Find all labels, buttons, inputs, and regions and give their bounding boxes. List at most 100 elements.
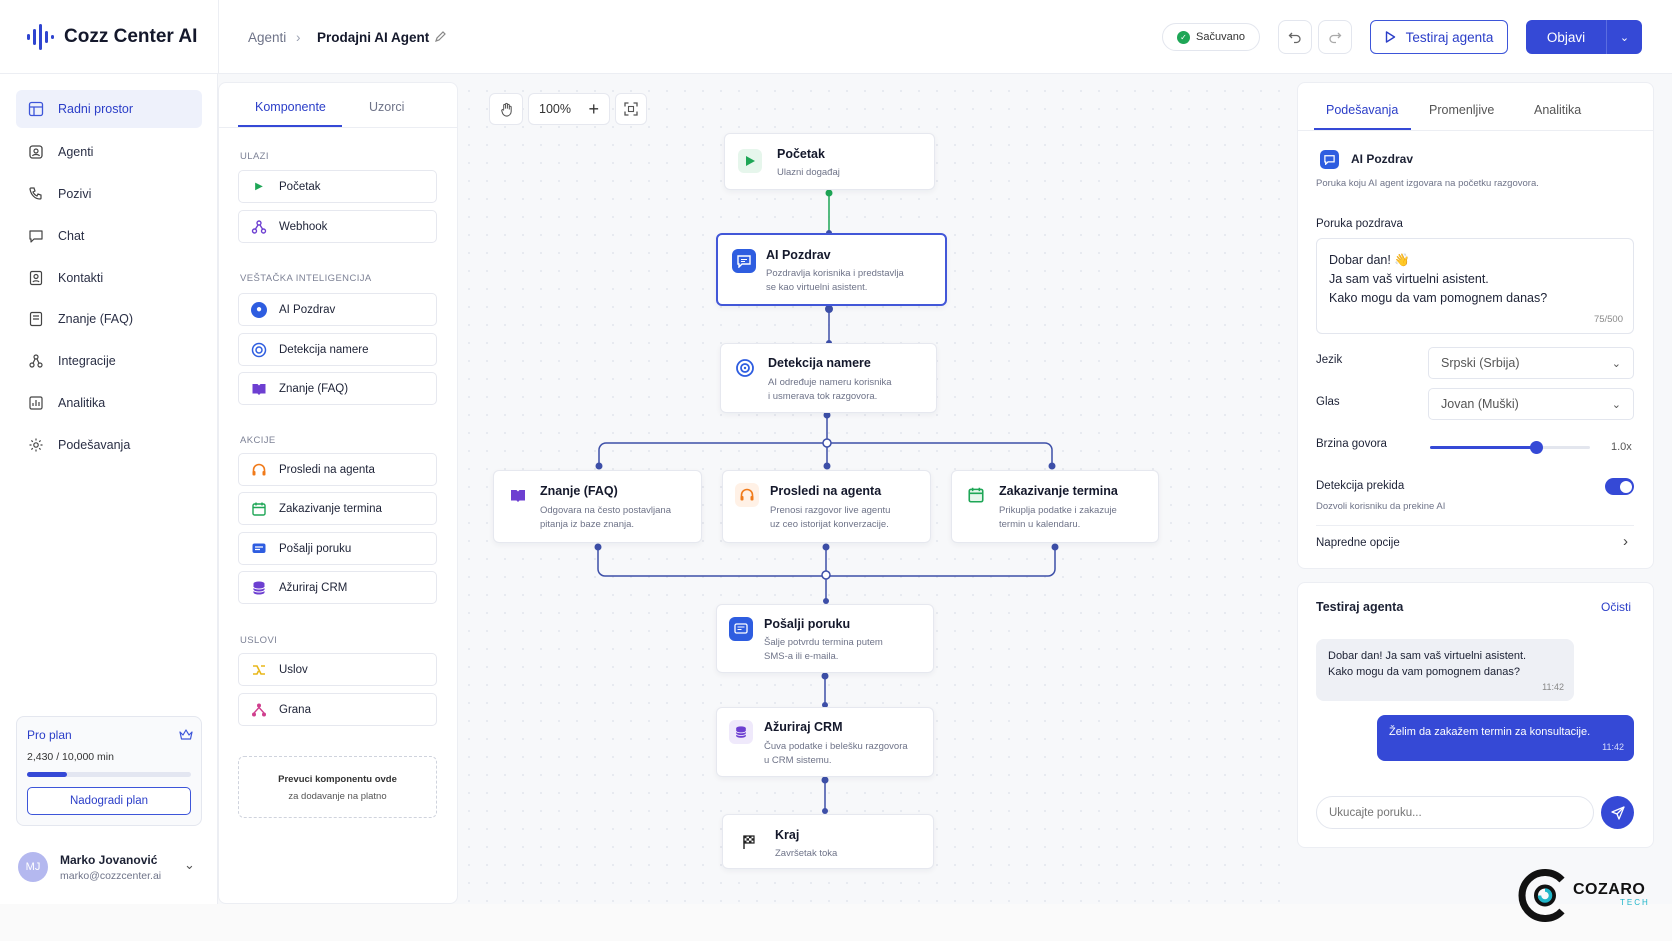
- node-start[interactable]: Početak Ulazni događaj: [724, 133, 935, 190]
- node-desc-line2: u CRM sistemu.: [764, 755, 832, 766]
- component-label: Grana: [279, 703, 311, 716]
- sidebar-item-label: Chat: [58, 229, 85, 243]
- sidebar-item-label: Pozivi: [58, 187, 92, 201]
- voice-select[interactable]: Jovan (Muški) ⌄: [1428, 388, 1634, 420]
- headset-icon: [735, 483, 759, 507]
- undo-button[interactable]: [1278, 20, 1312, 54]
- chat-message-input[interactable]: [1316, 796, 1594, 829]
- chat-bubble-icon: [1320, 150, 1339, 169]
- node-end[interactable]: Kraj Završetak toka: [722, 814, 934, 869]
- user-menu-chevron-icon[interactable]: ⌄: [184, 857, 195, 873]
- node-desc-line1: AI određuje nameru korisnika: [768, 377, 892, 388]
- branch-icon: [252, 703, 266, 716]
- component-update-crm[interactable]: Ažuriraj CRM: [238, 571, 437, 604]
- book-icon: [506, 483, 530, 507]
- chat-bubble-icon: [732, 249, 756, 273]
- section-title: AKCIJE: [240, 435, 276, 446]
- publish-options-chevron-icon[interactable]: ⌄: [1607, 31, 1642, 44]
- component-ai-greeting[interactable]: ● AI Pozdrav: [238, 293, 437, 326]
- upgrade-plan-button[interactable]: Nadogradi plan: [27, 787, 191, 815]
- plan-card: Pro plan 2,430 / 10,000 min Nadogradi pl…: [16, 716, 202, 826]
- node-desc-line2: termin u kalendaru.: [999, 519, 1081, 530]
- component-branch[interactable]: Grana: [238, 693, 437, 726]
- send-button[interactable]: [1601, 796, 1634, 829]
- tab-settings[interactable]: Podešavanja: [1326, 103, 1398, 117]
- language-select[interactable]: Srpski (Srbija) ⌄: [1428, 347, 1634, 379]
- speed-slider-fill: [1430, 446, 1536, 449]
- sidebar-item-label: Analitika: [58, 396, 106, 410]
- sidebar-item-calls[interactable]: Pozivi: [16, 175, 202, 213]
- node-ai-greeting[interactable]: AI Pozdrav Pozdravlja korisnika i predst…: [716, 233, 947, 306]
- drop-hint-line2: za dodavanje na platno: [288, 791, 387, 802]
- component-condition[interactable]: Uslov: [238, 653, 437, 686]
- sidebar-item-workspace[interactable]: Radni prostor: [16, 90, 202, 128]
- interrupt-toggle[interactable]: [1605, 478, 1634, 495]
- user-message-text: Želim da zakažem termin za konsultacije.: [1389, 726, 1591, 738]
- breadcrumb-parent[interactable]: Agenti: [248, 30, 286, 45]
- component-webhook[interactable]: Webhook: [238, 210, 437, 243]
- fit-screen-button[interactable]: [615, 93, 647, 125]
- sidebar-item-label: Podešavanja: [58, 438, 131, 452]
- component-send-message[interactable]: Pošalji poruku: [238, 532, 437, 565]
- node-scheduling[interactable]: Zakazivanje termina Prikuplja podatke i …: [951, 470, 1159, 543]
- tab-variables[interactable]: Promenljive: [1429, 103, 1494, 117]
- sidebar-item-chat[interactable]: Chat: [16, 217, 202, 255]
- target-icon: [733, 356, 757, 380]
- gear-icon: [29, 438, 43, 452]
- sidebar-item-label: Radni prostor: [58, 102, 134, 116]
- tab-templates[interactable]: Uzorci: [369, 100, 404, 114]
- node-intent-detection[interactable]: Detekcija namere AI određuje nameru kori…: [720, 343, 937, 413]
- node-desc-line2: se kao virtuelni asistent.: [766, 282, 868, 293]
- check-icon: ✓: [1177, 30, 1191, 44]
- webhook-icon: [251, 219, 267, 234]
- node-desc-line1: Šalje potvrdu termina putem: [764, 637, 883, 648]
- component-scheduling[interactable]: Zakazivanje termina: [238, 492, 437, 525]
- sidebar-item-agents[interactable]: Agenti: [16, 133, 202, 171]
- sidebar-item-integrations[interactable]: Integracije: [16, 342, 202, 380]
- drop-zone[interactable]: Prevuci komponentu ovde za dodavanje na …: [238, 756, 437, 818]
- advanced-options-link[interactable]: Napredne opcije: [1316, 537, 1400, 549]
- tab-analytics[interactable]: Analitika: [1534, 103, 1581, 117]
- speed-label: Brzina govora: [1316, 438, 1387, 450]
- tab-components[interactable]: Komponente: [255, 100, 326, 114]
- chevron-right-icon[interactable]: ›: [1623, 533, 1628, 550]
- sidebar-item-analytics[interactable]: Analitika: [16, 384, 202, 422]
- speed-slider-handle[interactable]: [1529, 441, 1543, 454]
- component-start[interactable]: ▶ Početak: [238, 170, 437, 203]
- zoom-in-plus-icon[interactable]: +: [588, 99, 599, 120]
- speed-slider[interactable]: [1430, 441, 1590, 454]
- node-title: AI Pozdrav: [766, 248, 831, 262]
- sidebar-item-contacts[interactable]: Kontakti: [16, 259, 202, 297]
- node-desc-line1: Odgovara na često postavljana: [540, 505, 671, 516]
- greeting-textarea[interactable]: Dobar dan! 👋 Ja sam vaš virtuelni asiste…: [1316, 238, 1634, 334]
- database-icon: [253, 581, 265, 594]
- node-send-message[interactable]: Pošalji poruku Šalje potvrdu termina put…: [716, 604, 934, 673]
- crown-icon: [179, 729, 193, 740]
- component-handoff[interactable]: Prosledi na agenta: [238, 453, 437, 486]
- node-knowledge-faq[interactable]: Znanje (FAQ) Odgovara na često postavlja…: [493, 470, 702, 543]
- voice-label: Glas: [1316, 396, 1340, 408]
- fit-screen-icon: [624, 102, 638, 116]
- chat-icon: [29, 230, 43, 243]
- node-desc-line1: Prikuplja podatke i zakazuje: [999, 505, 1117, 516]
- redo-button[interactable]: [1318, 20, 1352, 54]
- component-label: Pošalji poruku: [279, 542, 352, 555]
- pan-tool-button[interactable]: [489, 93, 523, 125]
- node-update-crm[interactable]: Ažuriraj CRM Čuva podatke i belešku razg…: [716, 707, 934, 777]
- node-handoff[interactable]: Prosledi na agenta Prenosi razgovor live…: [722, 470, 931, 543]
- sidebar-item-knowledge[interactable]: Znanje (FAQ): [16, 300, 202, 338]
- component-intent-detection[interactable]: Detekcija namere: [238, 333, 437, 366]
- node-title: Početak: [777, 147, 825, 161]
- test-agent-button[interactable]: Testiraj agenta: [1370, 20, 1508, 54]
- publish-button[interactable]: Objavi: [1526, 30, 1606, 45]
- user-message: Želim da zakažem termin za konsultacije.…: [1377, 715, 1634, 761]
- sidebar-item-settings[interactable]: Podešavanja: [16, 426, 202, 464]
- greeting-label: Poruka pozdrava: [1316, 218, 1403, 230]
- component-knowledge[interactable]: Znanje (FAQ): [238, 372, 437, 405]
- clear-chat-button[interactable]: Očisti: [1601, 600, 1631, 614]
- avatar[interactable]: MJ: [18, 852, 48, 882]
- message-icon: [729, 617, 753, 641]
- node-desc-line1: Čuva podatke i belešku razgovora: [764, 741, 908, 752]
- edit-pencil-icon[interactable]: [434, 31, 446, 43]
- logo-waveform-icon: [27, 24, 54, 50]
